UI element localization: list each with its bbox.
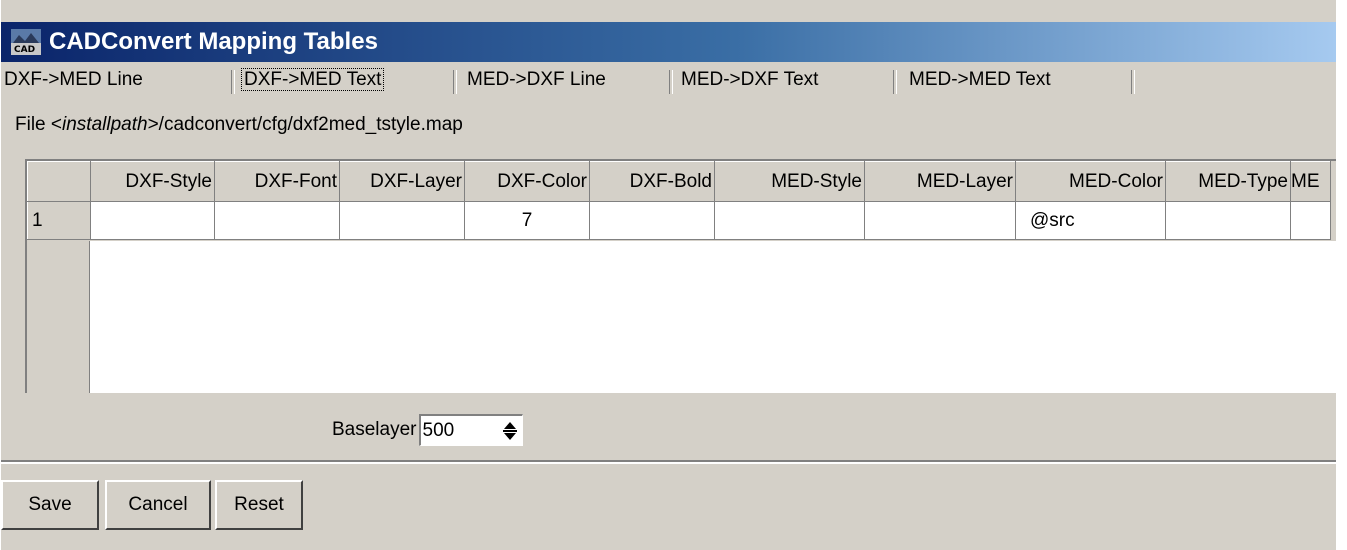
column-header-dxf-layer[interactable]: DXF-Layer [339,161,465,202]
table-empty-area[interactable] [90,241,1337,393]
tab-label: MED->DXF Text [681,69,819,90]
cell-me[interactable] [1290,201,1331,240]
file-placeholder: installpath [62,114,148,135]
baselayer-label: Baselayer [332,419,417,440]
spinner-arrows-icon[interactable] [500,418,520,444]
cell-dxf-style[interactable] [90,201,215,240]
cadconvert-app-icon: CAD [11,29,41,55]
mapping-tables-window: CAD CADConvert Mapping Tables DXF->MED L… [0,0,1337,550]
file-prefix: File [15,114,51,135]
mapping-table: DXF-Style DXF-Font DXF-Layer DXF-Color D… [25,159,1337,393]
row-number: 1 [27,201,91,240]
tab-separator [893,70,897,94]
window-edge [1336,0,1347,550]
cell-med-color[interactable]: @src [1015,201,1166,240]
save-button[interactable]: Save [1,480,99,530]
title-bar[interactable]: CAD CADConvert Mapping Tables [1,22,1337,62]
column-header-rownum [27,161,91,202]
tab-med-dxf-text[interactable]: MED->DXF Text [681,66,897,96]
cell-dxf-bold[interactable] [589,201,715,240]
baselayer-control: Baselayer 500 [332,414,523,446]
column-header-dxf-font[interactable]: DXF-Font [214,161,340,202]
column-header-dxf-color[interactable]: DXF-Color [464,161,590,202]
column-header-med-style[interactable]: MED-Style [714,161,865,202]
column-header-med-type[interactable]: MED-Type [1165,161,1291,202]
column-header-med-color[interactable]: MED-Color [1015,161,1166,202]
cancel-button[interactable]: Cancel [105,480,211,530]
tab-dxf-med-line[interactable]: DXF->MED Line [1,66,235,96]
table-row[interactable]: 1 7 @src [27,201,1331,240]
tab-separator [231,70,235,94]
reset-button[interactable]: Reset [215,480,303,530]
tab-separator [1131,70,1135,94]
table-header-row: DXF-Style DXF-Font DXF-Layer DXF-Color D… [27,161,1331,202]
baselayer-spinner[interactable]: 500 [418,414,523,446]
tab-label: DXF->MED Line [4,69,143,90]
svg-text:CAD: CAD [14,45,35,55]
window-title: CADConvert Mapping Tables [49,28,378,55]
file-path: File <installpath>/cadconvert/cfg/dxf2me… [15,114,463,136]
tab-separator [453,70,457,94]
tab-label: MED->MED Text [909,69,1051,90]
tab-med-med-text[interactable]: MED->MED Text [909,66,1135,96]
column-header-me[interactable]: ME [1290,161,1331,202]
tab-dxf-med-text[interactable]: DXF->MED Text [241,66,457,96]
tab-separator [669,70,673,94]
file-lt: < [50,114,63,135]
tab-label: MED->DXF Line [467,69,606,90]
tab-label: DXF->MED Text [241,68,385,91]
baselayer-value[interactable]: 500 [421,420,455,442]
cell-med-layer[interactable] [864,201,1016,240]
cell-dxf-font[interactable] [214,201,340,240]
cell-med-style[interactable] [714,201,865,240]
tab-bar: DXF->MED Line DXF->MED Text MED->DXF Lin… [1,62,1337,97]
separator [1,460,1337,464]
file-rest: >/cadconvert/cfg/dxf2med_tstyle.map [147,114,463,135]
tab-med-dxf-line[interactable]: MED->DXF Line [467,66,673,96]
column-header-dxf-bold[interactable]: DXF-Bold [589,161,715,202]
cell-dxf-color[interactable]: 7 [464,201,590,240]
column-header-dxf-style[interactable]: DXF-Style [90,161,215,202]
column-header-med-layer[interactable]: MED-Layer [864,161,1016,202]
cell-med-type[interactable] [1165,201,1291,240]
row-header-empty [27,241,90,393]
cell-dxf-layer[interactable] [339,201,465,240]
mapping-grid: DXF-Style DXF-Font DXF-Layer DXF-Color D… [27,161,1331,240]
